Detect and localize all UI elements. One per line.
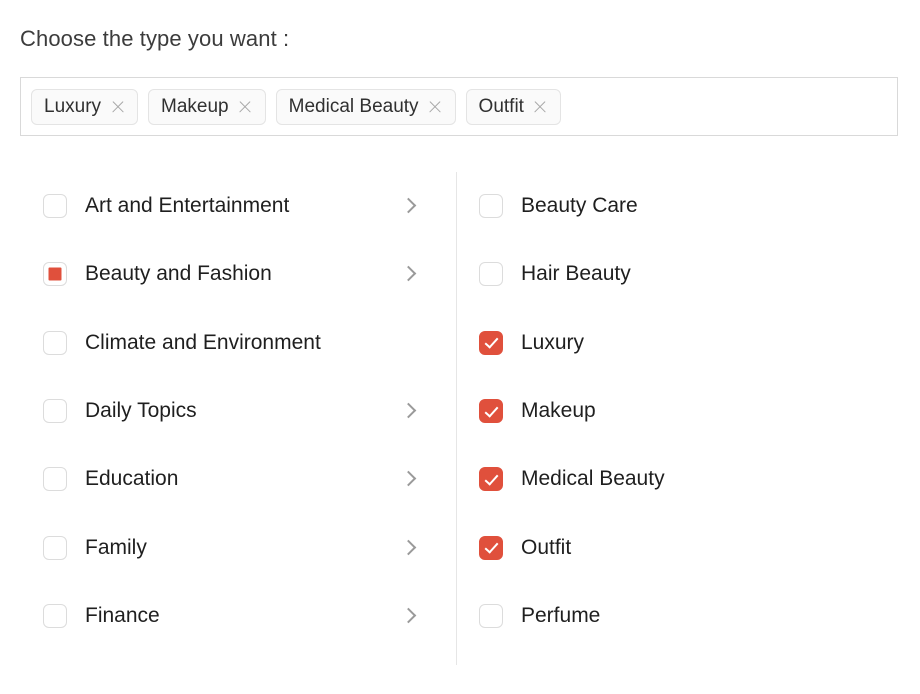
- option-row[interactable]: Climate and Environment: [43, 309, 433, 377]
- checkbox-beauty-care[interactable]: [479, 194, 503, 219]
- option-label: Outfit: [521, 535, 572, 559]
- page-title: Choose the type you want :: [20, 26, 290, 51]
- checkbox-art-and-entertainment[interactable]: [43, 194, 67, 219]
- chevron-right-icon[interactable]: [400, 402, 417, 419]
- option-label: Beauty and Fashion: [85, 262, 272, 286]
- tag-label: Medical Beauty: [288, 96, 419, 117]
- option-label: Family: [85, 535, 147, 559]
- option-label: Hair Beauty: [521, 262, 631, 286]
- selected-types-input[interactable]: Luxury Makeup Medical Beauty Outfit: [20, 77, 898, 136]
- checkbox-daily-topics[interactable]: [43, 399, 67, 424]
- option-label: Luxury: [521, 330, 585, 354]
- option-row[interactable]: Daily Topics: [43, 377, 433, 445]
- column-divider: [456, 172, 457, 665]
- option-row[interactable]: Education: [43, 445, 433, 513]
- tag-remove-close-icon[interactable]: [533, 99, 548, 114]
- option-label: Medical Beauty: [521, 467, 665, 491]
- chevron-right-icon[interactable]: [400, 539, 417, 555]
- option-label: Education: [85, 467, 179, 491]
- checkbox-hair-beauty[interactable]: [479, 262, 503, 287]
- option-row[interactable]: Finance: [43, 582, 433, 650]
- option-label: Art and Entertainment: [85, 194, 290, 218]
- checkbox-luxury[interactable]: [479, 330, 503, 355]
- checkbox-finance[interactable]: [43, 603, 67, 628]
- tag-medical-beauty[interactable]: Medical Beauty: [275, 88, 456, 125]
- tag-remove-close-icon[interactable]: [428, 99, 443, 114]
- option-row[interactable]: Makeup: [479, 377, 879, 445]
- check-icon: [484, 471, 498, 486]
- tag-list: Luxury Makeup Medical Beauty Outfit: [31, 88, 561, 125]
- option-row[interactable]: Family: [43, 513, 433, 581]
- chevron-right-icon[interactable]: [400, 471, 417, 487]
- chevron-right-icon[interactable]: [400, 197, 417, 214]
- option-label: Finance: [85, 603, 160, 627]
- tag-remove-close-icon[interactable]: [110, 99, 125, 114]
- checkbox-family[interactable]: [43, 535, 67, 560]
- option-row[interactable]: Perfume: [479, 582, 879, 650]
- option-label: Makeup: [521, 399, 596, 423]
- category-column-primary: Art and Entertainment Beauty and Fashion C…: [43, 172, 433, 650]
- category-column-secondary: Beauty Care Hair Beauty Luxury Makeup Medica…: [479, 172, 879, 650]
- category-picker: Art and Entertainment Beauty and Fashion C…: [0, 172, 920, 672]
- option-label: Perfume: [521, 603, 601, 627]
- option-row[interactable]: Art and Entertainment: [43, 172, 433, 240]
- tag-remove-close-icon[interactable]: [238, 99, 253, 114]
- tag-label: Outfit: [478, 96, 524, 117]
- option-label: Beauty Care: [521, 194, 638, 218]
- checkbox-education[interactable]: [43, 467, 67, 492]
- check-icon: [484, 402, 498, 418]
- checkbox-makeup[interactable]: [479, 399, 503, 424]
- tag-outfit[interactable]: Outfit: [465, 88, 561, 125]
- checkbox-perfume[interactable]: [479, 603, 503, 628]
- option-row[interactable]: Beauty and Fashion: [43, 240, 433, 308]
- checkbox-outfit[interactable]: [479, 535, 503, 560]
- tag-label: Makeup: [161, 96, 229, 117]
- option-row[interactable]: Medical Beauty: [479, 445, 879, 513]
- check-icon: [484, 334, 498, 349]
- checkbox-medical-beauty[interactable]: [479, 467, 503, 492]
- tag-luxury[interactable]: Luxury: [31, 88, 139, 125]
- tag-label: Luxury: [44, 96, 102, 117]
- chevron-right-icon[interactable]: [400, 266, 417, 282]
- option-label: Daily Topics: [85, 399, 197, 423]
- check-icon: [484, 539, 498, 554]
- option-label: Climate and Environment: [85, 330, 321, 354]
- option-row[interactable]: Luxury: [479, 309, 879, 377]
- option-row[interactable]: Hair Beauty: [479, 240, 879, 308]
- indeterminate-icon: [48, 267, 62, 281]
- chevron-right-icon[interactable]: [400, 607, 417, 624]
- option-row[interactable]: Outfit: [479, 513, 879, 581]
- tag-makeup[interactable]: Makeup: [148, 88, 266, 125]
- checkbox-climate-and-environment[interactable]: [43, 330, 67, 355]
- option-row[interactable]: Beauty Care: [479, 172, 879, 240]
- checkbox-beauty-and-fashion[interactable]: [43, 262, 67, 287]
